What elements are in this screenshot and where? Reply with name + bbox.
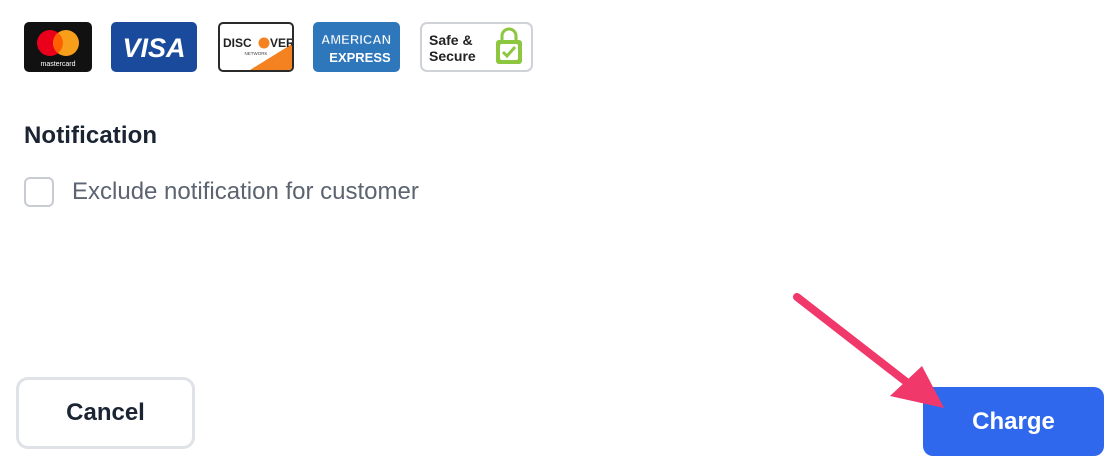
safe-secure-badge: Safe & Secure xyxy=(420,22,533,72)
discover-logo: DISC VER NETWORK xyxy=(218,22,294,72)
exclude-notification-label[interactable]: Exclude notification for customer xyxy=(72,178,419,206)
exclude-notification-checkbox[interactable] xyxy=(24,177,54,207)
amex-logo: AMERICAN EXPRESS xyxy=(313,22,400,72)
svg-text:AMERICAN: AMERICAN xyxy=(321,32,391,47)
svg-text:mastercard: mastercard xyxy=(40,61,75,68)
svg-text:EXPRESS: EXPRESS xyxy=(329,50,391,65)
svg-text:Safe &: Safe & xyxy=(429,32,473,48)
svg-text:NETWORK: NETWORK xyxy=(245,51,268,56)
svg-text:VER: VER xyxy=(270,36,292,50)
exclude-notification-option[interactable]: Exclude notification for customer xyxy=(24,177,419,207)
visa-logo: VISA xyxy=(111,22,197,72)
payment-modal: mastercard VISA DISC VER NETWORK AMERICA… xyxy=(0,0,1116,474)
svg-text:Secure: Secure xyxy=(429,48,476,64)
cancel-button[interactable]: Cancel xyxy=(16,377,195,449)
lock-icon xyxy=(496,27,522,64)
notification-heading: Notification xyxy=(24,122,158,149)
mastercard-logo: mastercard xyxy=(24,22,92,72)
svg-text:DISC: DISC xyxy=(223,36,252,50)
charge-button[interactable]: Charge xyxy=(923,387,1104,456)
svg-text:VISA: VISA xyxy=(122,33,185,63)
